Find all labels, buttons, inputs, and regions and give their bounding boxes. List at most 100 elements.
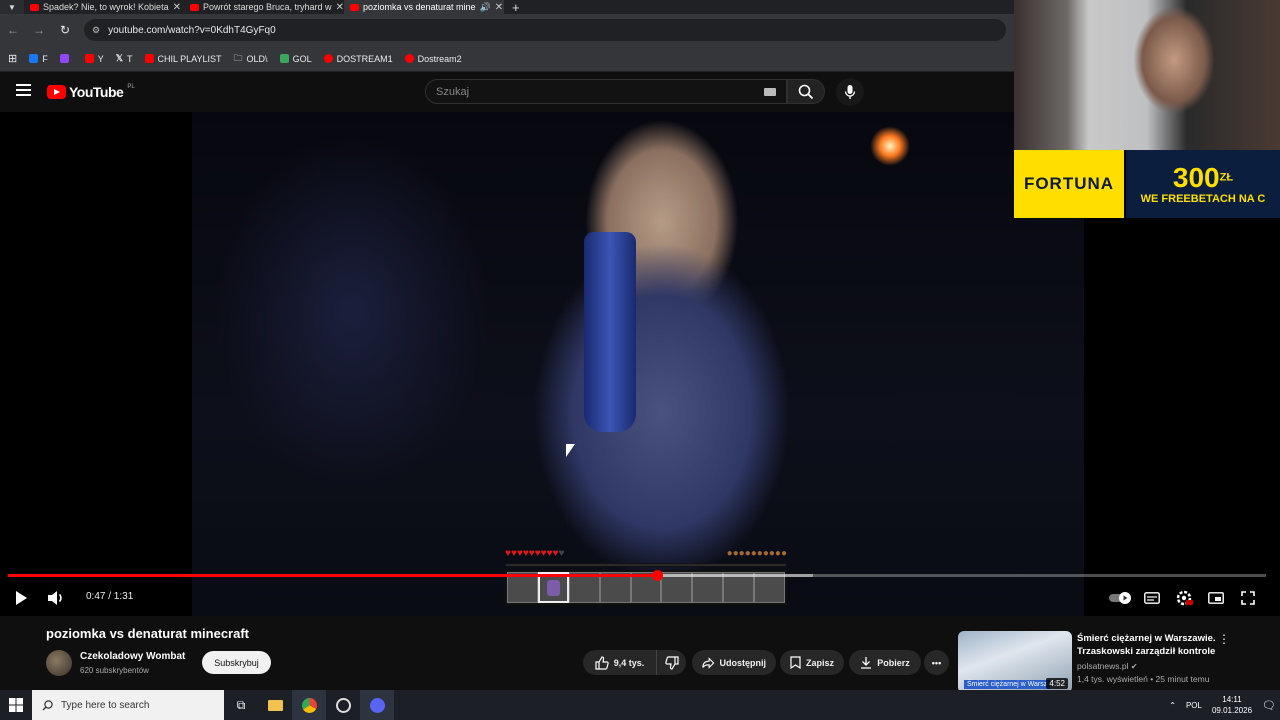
youtube-favicon-icon (30, 3, 39, 11)
recommended-title[interactable]: Śmierć ciężarnej w Warszawie. Trzaskowsk… (1077, 632, 1217, 658)
task-view-button[interactable]: ⧉ (224, 690, 258, 720)
taskbar-search-input[interactable]: Type here to search (32, 690, 224, 720)
file-explorer-button[interactable] (258, 690, 292, 720)
browser-tab-1[interactable]: Spadek? Nie, to wyrok! Kobieta ✕ (24, 0, 184, 14)
miniplayer-button[interactable] (1204, 586, 1228, 610)
youtube-play-icon (47, 85, 66, 99)
more-vertical-icon[interactable]: ⋮ (1218, 632, 1230, 646)
fullscreen-button[interactable] (1236, 586, 1260, 610)
url-text: youtube.com/watch?v=0KdhT4GyFq0 (108, 24, 276, 36)
back-arrow-icon[interactable]: ← (6, 23, 20, 37)
webcam-overlay (1014, 0, 1280, 150)
chevron-up-icon[interactable]: ⌃ (1169, 701, 1176, 710)
bookmark-old[interactable]: 🗀 OLD\ (234, 51, 268, 67)
bookmark-f[interactable]: F (29, 54, 48, 64)
youtube-logo[interactable]: YouTube PL (47, 84, 135, 100)
language-indicator[interactable]: POL (1186, 701, 1202, 710)
recommended-thumbnail[interactable]: Śmierć ciężarnej w Warsz 4:52 (958, 631, 1072, 693)
folder-icon: 🗀 (233, 52, 243, 63)
play-icon (16, 591, 27, 605)
more-actions-button[interactable]: ••• (924, 650, 949, 675)
tab-title: Powrót starego Bruca, tryhard w (203, 2, 332, 12)
site-info-icon[interactable]: ⚙ (92, 25, 100, 36)
voice-search-button[interactable] (836, 78, 864, 106)
save-button[interactable]: Zapisz (780, 650, 844, 675)
bookmark-y[interactable]: Y (84, 54, 104, 64)
browser-tab-strip: ▼ Spadek? Nie, to wyrok! Kobieta ✕ Powró… (0, 0, 1014, 15)
keyboard-icon[interactable] (764, 87, 776, 96)
bookmark-twitch[interactable] (59, 54, 73, 63)
bookmark-dostream1[interactable]: DOSTREAM1 (323, 54, 393, 64)
search-input[interactable]: Szukaj (425, 79, 787, 104)
search-icon (42, 699, 53, 710)
ad-currency: ZŁ (1219, 171, 1234, 184)
bookmark-t[interactable]: 𝕏T (116, 53, 133, 64)
close-tab-icon[interactable]: ✕ (173, 2, 181, 13)
thumbs-up-icon (595, 655, 609, 670)
gear-icon (1176, 590, 1193, 606)
search-icon (798, 84, 814, 99)
x-icon: 𝕏 (115, 53, 123, 63)
volume-button[interactable] (44, 586, 68, 610)
menu-icon[interactable] (16, 84, 31, 96)
chrome-icon (301, 697, 317, 713)
youtube-icon (323, 54, 333, 63)
share-button[interactable]: Udostępnij (692, 650, 776, 675)
bookmarks-bar: ⊞ F Y 𝕏T CHIL PLAYLIST 🗀 OLD\ GOL DOSTREA… (0, 46, 1014, 72)
chrome-button[interactable] (292, 690, 326, 720)
time-display: 0:47 / 1:31 (86, 591, 134, 602)
browser-tab-3[interactable]: poziomka vs denaturat mine 🔊 ✕ (344, 0, 504, 14)
tab-search-button[interactable]: ▼ (0, 0, 24, 14)
played-bar (8, 574, 658, 577)
youtube-icon (144, 54, 154, 63)
system-tray: ⌃ POL 14:11 09.01.2026 🗨 (1169, 690, 1276, 720)
ad-amount: 300 (1172, 162, 1220, 193)
youtube-favicon-icon (190, 3, 199, 11)
apps-grid-icon[interactable]: ⊞ (8, 52, 17, 65)
recommended-channel[interactable]: polsatnews.pl ✔ (1077, 661, 1138, 671)
autoplay-toggle[interactable] (1108, 586, 1134, 610)
clock[interactable]: 14:11 09.01.2026 (1212, 694, 1252, 716)
close-tab-icon[interactable]: ✕ (495, 2, 503, 13)
facebook-icon (29, 54, 39, 63)
new-tab-button[interactable]: + (504, 0, 528, 15)
discord-icon (369, 697, 385, 713)
task-view-icon: ⧉ (236, 697, 246, 712)
like-count: 9,4 tys. (613, 657, 645, 668)
like-button[interactable]: 9,4 tys. (583, 650, 656, 675)
start-button[interactable] (0, 690, 32, 720)
dislike-button[interactable] (656, 650, 686, 675)
reload-icon[interactable]: ↻ (58, 23, 72, 37)
browser-tab-2[interactable]: Powrót starego Bruca, tryhard w ✕ (184, 0, 344, 14)
tab-title: poziomka vs denaturat mine (363, 2, 476, 12)
bookmark-dostream2[interactable]: Dostream2 (404, 54, 462, 64)
subtitles-button[interactable] (1140, 586, 1164, 610)
channel-name[interactable]: Czekoladowy Wombat (80, 651, 185, 662)
audio-playing-icon[interactable]: 🔊 (480, 2, 491, 13)
discord-button[interactable] (360, 690, 394, 720)
notifications-icon[interactable]: 🗨 (1262, 699, 1276, 712)
mouse-cursor-icon (566, 444, 575, 457)
bookmark-gol[interactable]: GOL (279, 54, 312, 64)
obs-button[interactable] (326, 690, 360, 720)
fortuna-logo: FORTUNA (1014, 150, 1126, 218)
avatar[interactable] (46, 650, 72, 676)
subscribe-button[interactable]: Subskrybuj (202, 651, 271, 674)
forward-arrow-icon[interactable]: → (32, 23, 46, 37)
recommended-meta: 1,4 tys. wyświetleń • 25 minut temu (1077, 674, 1210, 684)
address-bar[interactable]: ⚙ youtube.com/watch?v=0KdhT4GyFq0 (84, 19, 1006, 41)
search-button[interactable] (787, 79, 825, 104)
health-and-hunger-bar: ♥♥♥♥♥♥♥♥♥♥ ●●●●●●●●●● (505, 548, 787, 560)
gol-icon (279, 54, 289, 63)
volume-icon (48, 591, 62, 605)
progress-bar[interactable] (8, 570, 1266, 581)
settings-button[interactable] (1172, 586, 1196, 610)
youtube-icon (404, 54, 414, 63)
play-button[interactable] (9, 586, 33, 610)
more-horizontal-icon: ••• (931, 657, 942, 668)
bookmark-chil-playlist[interactable]: CHIL PLAYLIST (144, 54, 222, 64)
close-tab-icon[interactable]: ✕ (336, 2, 344, 13)
bookmark-icon (790, 656, 801, 669)
download-button[interactable]: Pobierz (849, 650, 921, 675)
subtitles-icon (1144, 592, 1160, 604)
